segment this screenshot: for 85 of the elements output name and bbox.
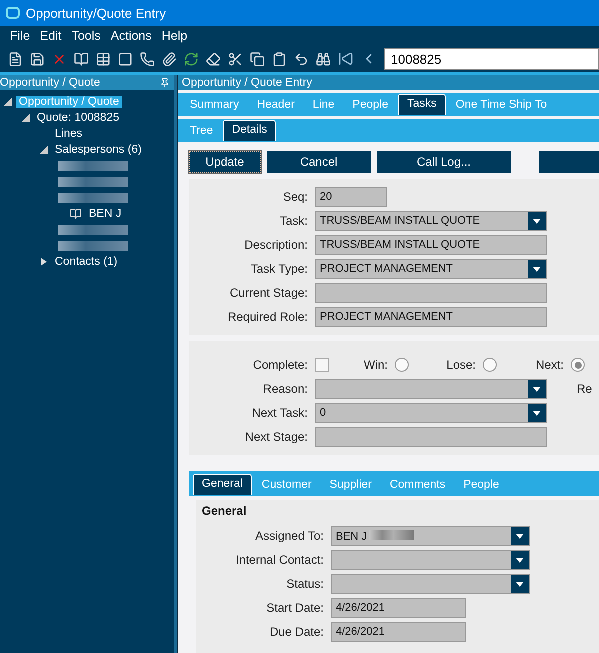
- redacted-name: [58, 241, 128, 251]
- field-label: Task Type:: [250, 262, 308, 276]
- dropdown-field[interactable]: BEN J: [331, 526, 530, 546]
- field-label: Required Role:: [226, 310, 308, 324]
- section-heading: General: [202, 504, 248, 518]
- field-label: Internal Contact:: [234, 553, 324, 567]
- input-field[interactable]: 4/26/2021: [331, 598, 466, 618]
- tree-item[interactable]: Lines: [52, 128, 86, 140]
- first-record-icon[interactable]: [338, 51, 354, 67]
- field-label: Task:: [278, 214, 308, 228]
- clipboard-icon[interactable]: [272, 52, 287, 66]
- tree-item[interactable]: BEN J: [86, 208, 125, 220]
- pin-icon[interactable]: [160, 78, 170, 88]
- copy-icon[interactable]: [250, 52, 265, 66]
- paperclip-icon[interactable]: [162, 52, 177, 66]
- binoculars-icon[interactable]: [316, 52, 331, 66]
- menu-item[interactable]: Actions: [110, 29, 152, 43]
- radio-button[interactable]: [571, 358, 585, 372]
- tab[interactable]: Details: [223, 120, 276, 141]
- tree-item[interactable]: Quote: 1008825: [34, 112, 122, 124]
- field-label: Reason:: [262, 382, 308, 396]
- field-label: Assigned To:: [254, 529, 324, 543]
- field-label: Next:: [534, 358, 564, 372]
- expanded-arrow-icon[interactable]: [22, 114, 30, 122]
- input-field[interactable]: 4/26/2021: [331, 622, 466, 642]
- input-field[interactable]: 20: [315, 187, 387, 207]
- field-label: Re: [577, 382, 592, 396]
- table-icon[interactable]: [96, 52, 111, 66]
- field-label: Lose:: [446, 358, 476, 372]
- field-label: Due Date:: [268, 625, 324, 639]
- window-title: Opportunity/Quote Entry: [26, 6, 166, 20]
- tree-item[interactable]: Contacts (1): [52, 256, 121, 268]
- menu-item[interactable]: Tools: [72, 29, 101, 43]
- input-field[interactable]: [315, 283, 547, 303]
- input-field[interactable]: [315, 427, 547, 447]
- eraser-icon[interactable]: [206, 52, 221, 66]
- field-label: Current Stage:: [228, 286, 308, 300]
- menu-item[interactable]: Edit: [40, 29, 62, 43]
- menu-item[interactable]: Help: [162, 29, 188, 43]
- radio-button[interactable]: [483, 358, 497, 372]
- save-icon[interactable]: [30, 52, 45, 66]
- app-icon: [6, 7, 20, 19]
- dropdown-field[interactable]: TRUSS/BEAM INSTALL QUOTE: [315, 211, 547, 231]
- pane-title: Opportunity / Quote: [0, 76, 100, 88]
- expanded-arrow-icon[interactable]: [40, 146, 48, 154]
- dropdown-field[interactable]: PROJECT MANAGEMENT: [315, 259, 547, 279]
- record-search-field[interactable]: 1008825: [384, 48, 599, 70]
- collapsed-arrow-icon[interactable]: [40, 258, 48, 266]
- document-icon: [70, 208, 82, 220]
- refresh-icon[interactable]: [184, 52, 199, 66]
- field-label: Next Stage:: [244, 430, 308, 444]
- tab[interactable]: General: [193, 474, 252, 495]
- input-field[interactable]: PROJECT MANAGEMENT: [315, 307, 547, 327]
- tab[interactable]: Tasks: [398, 94, 446, 115]
- input-field[interactable]: TRUSS/BEAM INSTALL QUOTE: [315, 235, 547, 255]
- scissors-icon[interactable]: [228, 52, 243, 66]
- dropdown-field[interactable]: 0: [315, 403, 547, 423]
- tree-item[interactable]: Salespersons (6): [52, 144, 145, 156]
- field-label: Start Date:: [266, 601, 324, 615]
- redacted-name: [58, 177, 128, 187]
- redacted-name: [58, 193, 128, 203]
- action-button[interactable]: Cancel: [267, 151, 371, 173]
- action-button[interactable]: Call Log...: [377, 151, 511, 173]
- radio-button[interactable]: [395, 358, 409, 372]
- action-button[interactable]: Update: [189, 151, 261, 173]
- checkbox[interactable]: [315, 358, 329, 372]
- dropdown-field[interactable]: [315, 379, 547, 399]
- pane-title: Opportunity / Quote Entry: [182, 76, 312, 88]
- document-icon[interactable]: [8, 52, 23, 66]
- redacted-name: [58, 225, 128, 235]
- field-label: Next Task:: [251, 406, 308, 420]
- dropdown-field[interactable]: [331, 574, 530, 594]
- field-label: Seq:: [282, 190, 308, 204]
- field-label: Win:: [363, 358, 388, 372]
- field-label: Complete:: [252, 358, 308, 372]
- undo-icon[interactable]: [294, 52, 309, 66]
- phone-icon[interactable]: [140, 52, 155, 66]
- menu-item[interactable]: File: [10, 29, 30, 43]
- book-icon[interactable]: [74, 52, 89, 66]
- expanded-arrow-icon[interactable]: [4, 98, 12, 106]
- dropdown-field[interactable]: [331, 550, 530, 570]
- square-icon[interactable]: [118, 52, 133, 66]
- redacted-name: [58, 161, 128, 171]
- field-label: Description:: [244, 238, 308, 252]
- field-label: Status:: [286, 577, 324, 591]
